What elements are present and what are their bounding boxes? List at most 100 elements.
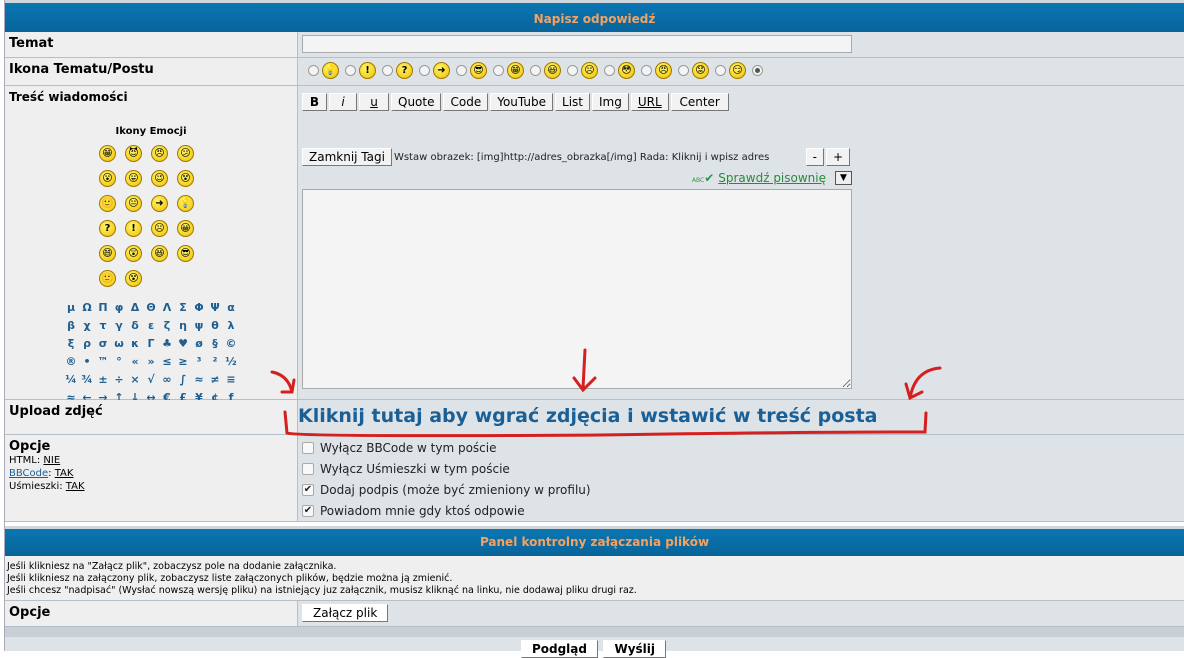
post-icon-radio[interactable] (382, 65, 393, 76)
emoticon[interactable]: 😄 (99, 245, 116, 262)
emoticon[interactable]: 😎 (177, 245, 194, 262)
attach-file-button[interactable]: Załącz plik (302, 604, 389, 622)
smilies-status[interactable]: TAK (66, 481, 85, 492)
post-icon-radio[interactable] (604, 65, 615, 76)
symbol[interactable]: Φ (191, 301, 207, 314)
symbol[interactable]: ρ (79, 337, 95, 350)
symbol[interactable]: ≤ (159, 355, 175, 368)
emoticon[interactable]: 😲 (125, 245, 142, 262)
symbol[interactable]: μ (63, 301, 79, 314)
close-tags-button[interactable]: Zamknij Tagi (302, 148, 392, 166)
symbol[interactable]: σ (95, 337, 111, 350)
symbol[interactable]: Σ (175, 301, 191, 314)
emoticon[interactable]: 😐 (125, 195, 142, 212)
symbol[interactable]: β (63, 319, 79, 332)
symbol[interactable]: φ (111, 301, 127, 314)
symbol[interactable]: ε (143, 319, 159, 332)
bbcode-button[interactable]: Code (443, 93, 489, 111)
spellcheck-link[interactable]: Sprawdź pisownię (718, 171, 826, 185)
post-icon-radio[interactable] (493, 65, 504, 76)
bbcode-button[interactable]: YouTube (490, 93, 554, 111)
html-status[interactable]: NIE (43, 455, 60, 466)
emoticon[interactable]: 🙂 (99, 195, 116, 212)
symbol[interactable]: ¾ (79, 373, 95, 386)
bbcode-button[interactable]: List (555, 93, 590, 111)
checkbox[interactable]: ✔ (302, 504, 314, 517)
symbol[interactable]: « (127, 355, 143, 368)
upload-photos-link[interactable]: Kliknij tutaj aby wgrać zdjęcia i wstawi… (298, 405, 878, 427)
emoticon[interactable]: 😁 (99, 145, 116, 162)
symbol[interactable]: ³ (191, 355, 207, 368)
emoticon[interactable]: 😉 (151, 170, 168, 187)
checkbox[interactable]: ✔ (302, 483, 314, 496)
symbol[interactable]: ≈ (191, 373, 207, 386)
symbol[interactable]: ζ (159, 319, 175, 332)
post-icon[interactable]: 💡 (322, 62, 339, 79)
emoticon[interactable]: 😠 (151, 145, 168, 162)
symbol[interactable]: © (223, 337, 239, 350)
checkbox[interactable] (302, 462, 314, 475)
symbol[interactable]: ψ (191, 319, 207, 332)
symbol[interactable]: η (175, 319, 191, 332)
emoticon[interactable]: 😀 (177, 220, 194, 237)
option-checkbox-row[interactable]: ✔ Dodaj podpis (może być zmieniony w prof… (302, 479, 1180, 500)
emoticon[interactable]: 🙂 (99, 270, 116, 287)
symbol[interactable]: × (127, 373, 143, 386)
post-icon[interactable]: 😁 (507, 62, 524, 79)
symbol[interactable]: ° (111, 355, 127, 368)
font-larger-button[interactable]: + (825, 148, 850, 166)
emoticon[interactable]: 😛 (125, 170, 142, 187)
symbol[interactable]: Γ (143, 337, 159, 350)
option-checkbox-row[interactable]: ✔ Powiadom mnie gdy ktoś odpowie (302, 500, 1180, 521)
symbol[interactable]: ≠ (207, 373, 223, 386)
symbol[interactable]: ¼ (63, 373, 79, 386)
post-icon[interactable]: 😎 (470, 62, 487, 79)
symbol[interactable]: ™ (95, 355, 111, 368)
symbol[interactable]: Ψ (207, 301, 223, 314)
symbol[interactable]: γ (111, 319, 127, 332)
symbol[interactable]: τ (95, 319, 111, 332)
no-icon-radio[interactable] (752, 65, 763, 76)
symbol[interactable]: ≥ (175, 355, 191, 368)
post-icon[interactable]: 😏 (729, 62, 746, 79)
emoticon[interactable]: 😆 (151, 245, 168, 262)
post-icon-radio[interactable] (345, 65, 356, 76)
symbol[interactable]: χ (79, 319, 95, 332)
checkbox[interactable] (302, 441, 314, 454)
send-button[interactable]: Wyślij (603, 640, 667, 658)
post-icon-radio[interactable] (456, 65, 467, 76)
symbol[interactable]: ² (207, 355, 223, 368)
bbcode-button[interactable]: Img (592, 93, 629, 111)
symbol[interactable]: Θ (143, 301, 159, 314)
post-icon-radio[interactable] (715, 65, 726, 76)
option-checkbox-row[interactable]: Wyłącz BBCode w tym poście (302, 437, 1180, 458)
symbol[interactable]: θ (207, 319, 223, 332)
emoticon[interactable]: 😮 (99, 170, 116, 187)
symbol[interactable]: ± (95, 373, 111, 386)
post-icon[interactable]: ☹ (581, 62, 598, 79)
symbol[interactable]: ♥ (175, 337, 191, 350)
subject-input[interactable] (302, 35, 852, 53)
symbol[interactable]: ÷ (111, 373, 127, 386)
bbcode-button[interactable]: i (329, 93, 357, 111)
symbol[interactable]: √ (143, 373, 159, 386)
emoticon[interactable]: 😕 (177, 145, 194, 162)
bbcode-status[interactable]: TAK (55, 468, 74, 479)
symbol[interactable]: α (223, 301, 239, 314)
bbcode-button[interactable]: u (359, 93, 389, 111)
post-icon-radio[interactable] (530, 65, 541, 76)
symbol[interactable]: ∫ (175, 373, 191, 386)
symbol[interactable]: • (79, 355, 95, 368)
emoticon[interactable]: 😈 (125, 145, 142, 162)
post-icon-radio[interactable] (678, 65, 689, 76)
font-smaller-button[interactable]: - (805, 148, 824, 166)
symbol[interactable]: ∞ (159, 373, 175, 386)
post-icon[interactable]: ➜ (433, 62, 450, 79)
symbol[interactable]: κ (127, 337, 143, 350)
option-checkbox-row[interactable]: Wyłącz Uśmieszki w tym poście (302, 458, 1180, 479)
emoticon[interactable]: 💡 (177, 195, 194, 212)
post-icon-radio[interactable] (419, 65, 430, 76)
preview-button[interactable]: Podgląd (520, 640, 598, 658)
bbcode-link[interactable]: BBCode (9, 468, 48, 479)
symbol[interactable]: λ (223, 319, 239, 332)
